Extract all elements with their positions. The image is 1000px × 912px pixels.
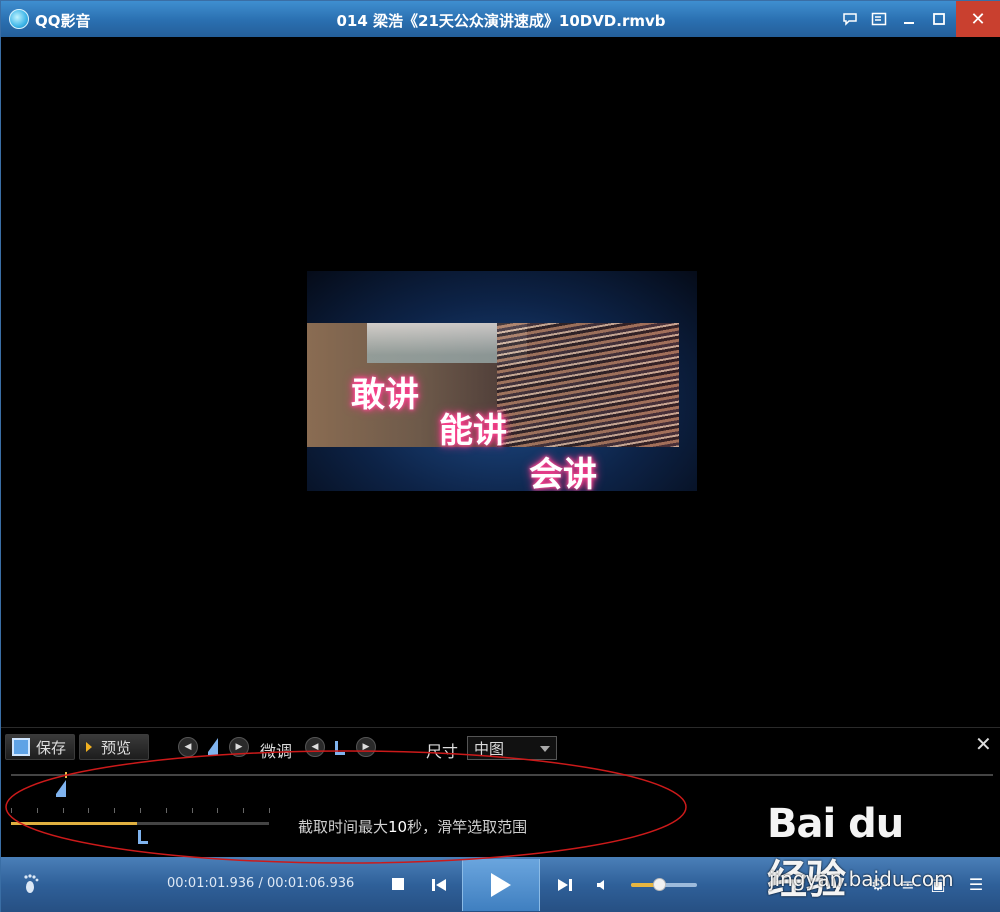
hint-suffix: 秒，滑竿选取范围	[407, 818, 528, 836]
preview-label: 预览	[101, 738, 132, 757]
fine-tune-label: 微调	[260, 742, 293, 761]
range-slider-fill	[11, 822, 137, 825]
title-bar[interactable]: QQ影音 014 梁浩《21天公众演讲速成》10DVD.rmvb ✕	[1, 1, 1000, 37]
range-ticks	[11, 808, 270, 816]
chevron-down-icon	[540, 746, 550, 752]
size-label: 尺寸	[426, 742, 459, 761]
start-forward-button[interactable]: ▶	[229, 737, 249, 757]
size-value: 中图	[474, 740, 505, 758]
end-forward-button[interactable]: ▶	[356, 737, 376, 757]
volume-slider-knob[interactable]	[653, 878, 666, 891]
full-timeline-track[interactable]	[11, 774, 993, 776]
maximize-icon[interactable]	[923, 1, 955, 37]
hint-number: 10	[388, 818, 408, 836]
range-tick	[36, 808, 38, 813]
current-position-tick	[65, 772, 67, 778]
close-panel-icon[interactable]: ✕	[975, 732, 992, 756]
prev-icon[interactable]	[427, 873, 451, 897]
slogan-text-3: 会讲	[529, 455, 597, 491]
hint-prefix: 截取时间最大	[298, 818, 389, 836]
capture-hint: 截取时间最大10秒，滑竿选取范围	[298, 816, 527, 837]
range-tick	[88, 808, 90, 813]
video-frame: 敢讲 能讲 会讲	[307, 271, 697, 491]
save-button[interactable]: 保存	[5, 734, 75, 760]
range-tick	[140, 808, 141, 813]
play-icon[interactable]	[462, 859, 540, 911]
range-tick	[114, 808, 116, 813]
feedback-icon[interactable]	[834, 1, 866, 37]
range-end-handle[interactable]	[138, 827, 148, 844]
qq-player-window: QQ影音 014 梁浩《21天公众演讲速成》10DVD.rmvb ✕ 敢讲 能讲…	[0, 0, 1000, 912]
range-tick	[62, 808, 64, 813]
watermark-url: jingyan.baidu.com	[769, 867, 954, 891]
play-triangle-icon	[86, 742, 92, 752]
photo-audience	[497, 323, 679, 447]
end-marker-icon	[335, 738, 345, 755]
range-tick	[243, 808, 245, 813]
range-tick	[191, 808, 193, 813]
slogan-text-2: 能讲	[439, 411, 507, 451]
save-icon	[12, 738, 30, 756]
range-tick	[11, 808, 12, 813]
video-area[interactable]: 敢讲 能讲 会讲	[1, 37, 1000, 727]
size-select[interactable]: 中图	[467, 736, 557, 760]
range-tick	[269, 808, 270, 813]
start-marker-icon	[208, 738, 218, 755]
range-tick	[217, 808, 219, 813]
start-back-button[interactable]: ◀	[178, 737, 198, 757]
close-icon[interactable]: ✕	[956, 1, 1000, 37]
save-label: 保存	[36, 738, 67, 757]
preview-button[interactable]: 预览	[79, 734, 149, 760]
range-start-handle[interactable]	[56, 780, 66, 797]
watermark-logo: Bai du 经验	[767, 801, 904, 903]
volume-icon[interactable]	[593, 873, 613, 897]
minimize-icon[interactable]	[893, 1, 925, 37]
slogan-text-1: 敢讲	[351, 375, 419, 415]
end-back-button[interactable]: ◀	[305, 737, 325, 757]
stop-icon[interactable]	[389, 875, 407, 893]
range-tick	[165, 808, 167, 813]
next-icon[interactable]	[553, 873, 577, 897]
time-display: 00:01:01.936 / 00:01:06.936	[167, 876, 355, 891]
playlist-icon[interactable]	[863, 1, 895, 37]
footprint-icon[interactable]	[19, 871, 45, 897]
